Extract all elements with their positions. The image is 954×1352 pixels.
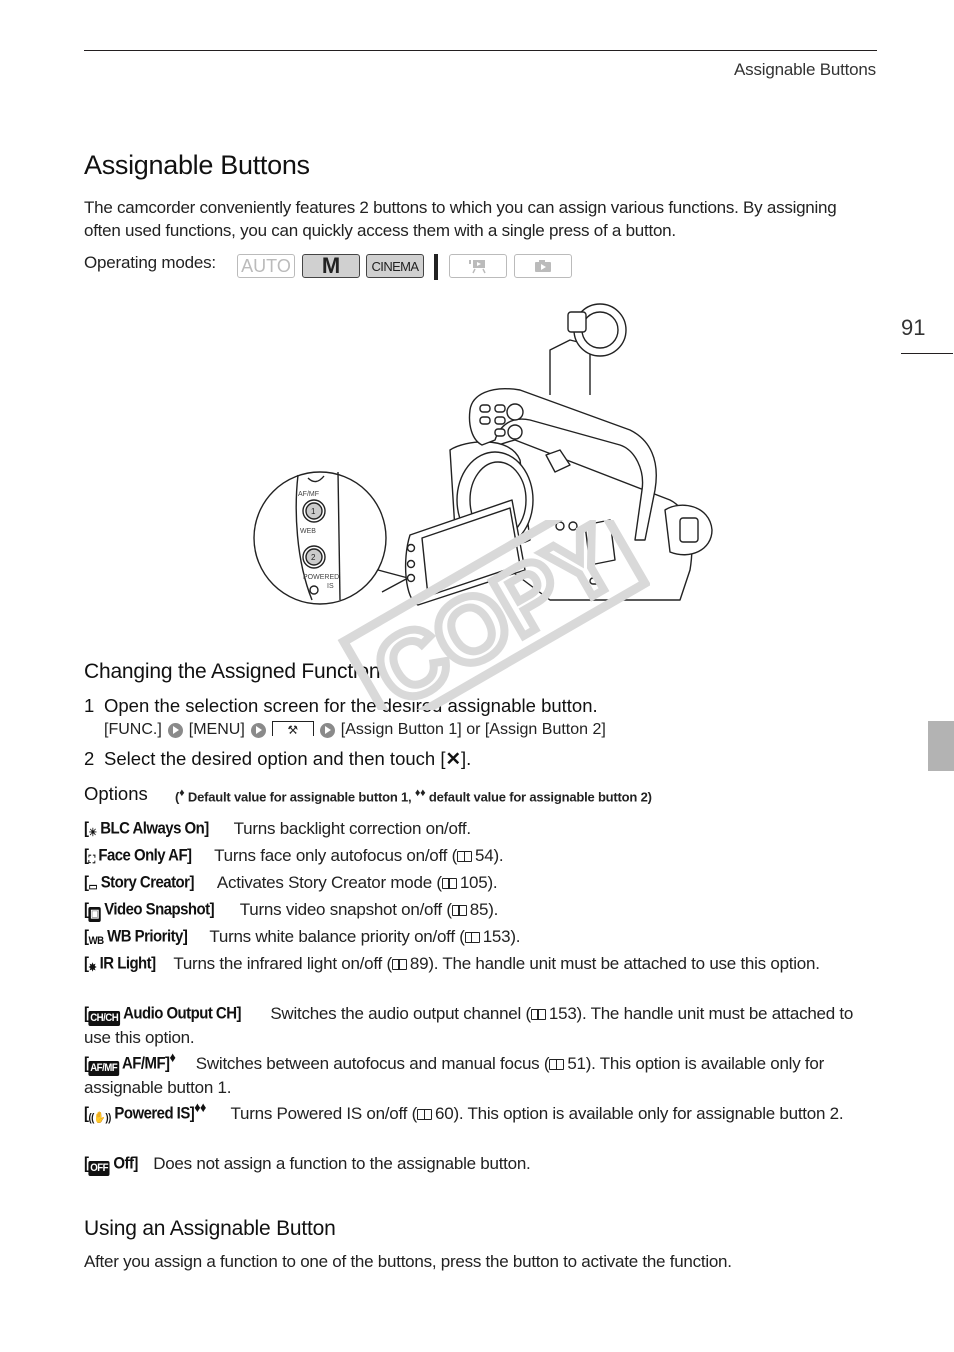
options-note: (♦ Default value for assignable button 1… [175, 787, 652, 805]
photo-playback-icon [535, 260, 551, 272]
book-reference-icon [457, 850, 473, 862]
book-reference-icon [441, 877, 457, 889]
option-item: [✸ IR Light] Turns the infrared light on/… [84, 947, 874, 976]
page-reference: 89 [409, 953, 429, 973]
option-description: Does not assign a function to the assign… [153, 1153, 531, 1173]
step-1: 1 Open the selection screen for the desir… [84, 695, 598, 717]
option-item: [AF/MF AF/MF]♦ Switches between autofocus… [84, 1047, 874, 1099]
option-description: Turns backlight correction on/off. [233, 818, 471, 838]
section-heading-using: Using an Assignable Button [84, 1217, 336, 1240]
page-reference: 51 [567, 1053, 586, 1073]
option-icon: ((✋)) [88, 1111, 111, 1124]
option-name: [▣ Video Snapshot] [84, 899, 215, 922]
option-item: [⛶ Face Only AF] Turns face only autofocu… [84, 839, 874, 868]
mode-photo-playback [514, 254, 572, 278]
option-description: Turns the infrared light on/off (89). Th… [173, 953, 820, 973]
path-assign: [Assign Button 1] or [Assign Button 2] [340, 721, 606, 738]
step-number: 2 [84, 748, 95, 769]
option-icon: OFF [88, 1160, 110, 1176]
section-heading-changing: Changing the Assigned Function [84, 660, 381, 683]
close-icon: ✕ [445, 748, 461, 769]
header-rule [84, 50, 877, 51]
option-item: [OFF Off] Does not assign a function to t… [84, 1147, 874, 1176]
book-reference-icon [417, 1108, 433, 1120]
default-mark-2: ♦♦ [414, 787, 426, 799]
callout-label-web: WEB [300, 528, 316, 535]
page-reference: 153 [548, 1003, 577, 1023]
page-number: 91 [901, 315, 926, 340]
option-name: [WB WB Priority] [84, 926, 188, 947]
book-reference-icon [530, 1008, 546, 1020]
option-name: [▭ Story Creator] [84, 872, 194, 893]
mode-manual: M [302, 253, 360, 278]
using-paragraph: After you assign a function to one of th… [84, 1252, 732, 1271]
page-title: Assignable Buttons [84, 150, 310, 180]
option-name: [⛶ Face Only AF] [84, 845, 192, 866]
mode-auto: AUTO [237, 254, 295, 278]
video-playback-icon [469, 260, 486, 274]
option-item: [▭ Story Creator] Activates Story Creator… [84, 866, 874, 895]
callout-label-powered: POWERED [303, 574, 339, 581]
mode-cinema: CINEMA [366, 254, 424, 278]
intro-paragraph: The camcorder conveniently features 2 bu… [84, 198, 837, 240]
option-description: Turns video snapshot on/off (85). [239, 899, 499, 919]
option-name: [((✋)) Powered IS]♦♦ [84, 1100, 206, 1124]
page-reference: 60 [435, 1103, 454, 1123]
book-reference-icon [464, 931, 480, 943]
page-reference: 85 [469, 899, 489, 919]
step-2: 2 Select the desired option and then touc… [84, 748, 472, 769]
arrow-right-icon [319, 722, 335, 738]
option-description: Turns white balance priority on/off (153… [209, 926, 521, 946]
option-description: Switches between autofocus and manual fo… [84, 1053, 825, 1097]
callout-label-afmf: AF/MF [298, 491, 319, 498]
default-mark: ♦ [169, 1050, 176, 1066]
callout-label-button2: 2 [311, 553, 316, 562]
option-item: [▣ Video Snapshot] Turns video snapshot o… [84, 893, 874, 922]
option-item: [WB WB Priority] Turns white balance prio… [84, 920, 874, 949]
book-reference-icon [451, 904, 467, 916]
callout-label-button1: 1 [311, 507, 316, 516]
step-text: Select the desired option and then touch… [104, 748, 446, 769]
option-icon: ✸ [88, 961, 97, 974]
book-reference-icon [549, 1058, 565, 1070]
mode-separator [434, 254, 438, 280]
option-name: [AF/MF AF/MF]♦ [84, 1050, 176, 1076]
option-description: Turns Powered IS on/off (60). This optio… [230, 1103, 844, 1123]
chapter-tab [928, 721, 954, 771]
option-item: [((✋)) Powered IS]♦♦ Turns Powered IS on/… [84, 1097, 874, 1126]
option-name: [OFF Off] [84, 1153, 138, 1176]
camcorder-illustration: AF/MF 1 WEB 2 POWERED IS [253, 303, 713, 606]
option-description: Turns face only autofocus on/off (54). [214, 845, 504, 865]
page-reference: 153 [482, 926, 511, 946]
option-icon: AF/MF [88, 1060, 119, 1076]
arrow-right-icon [250, 722, 266, 738]
wrench-tab-icon: ⚒ [271, 720, 314, 737]
step-text: Open the selection screen for the desire… [104, 695, 598, 716]
page-reference: 105 [459, 872, 488, 892]
default-mark: ♦♦ [194, 1100, 206, 1116]
arrow-right-icon [167, 722, 183, 738]
callout-label-is: IS [327, 583, 334, 590]
option-description: Activates Story Creator mode (105). [216, 872, 498, 892]
option-name: [☀ BLC Always On] [84, 818, 209, 839]
running-head: Assignable Buttons [734, 60, 876, 79]
option-name: [✸ IR Light] [84, 953, 156, 974]
menu-path: [FUNC.] [MENU] ⚒ [Assign Button 1] or [A… [104, 720, 606, 739]
operating-modes-label: Operating modes: [84, 253, 216, 272]
path-menu: [MENU] [188, 721, 245, 738]
option-icon: CH/CH [88, 1010, 120, 1026]
options-heading: Options [84, 783, 148, 804]
page-number-rule [901, 353, 953, 354]
option-item: [CH/CH Audio Output CH] Switches the audi… [84, 997, 874, 1049]
step-number: 1 [84, 695, 95, 716]
book-reference-icon [391, 958, 407, 970]
path-func: [FUNC.] [104, 721, 162, 738]
option-item: [☀ BLC Always On] Turns backlight correct… [84, 812, 874, 841]
option-name: [CH/CH Audio Output CH] [84, 1003, 241, 1026]
page-reference: 54 [475, 845, 494, 865]
callout-magnifier [253, 471, 387, 605]
mode-video-playback [449, 254, 507, 278]
